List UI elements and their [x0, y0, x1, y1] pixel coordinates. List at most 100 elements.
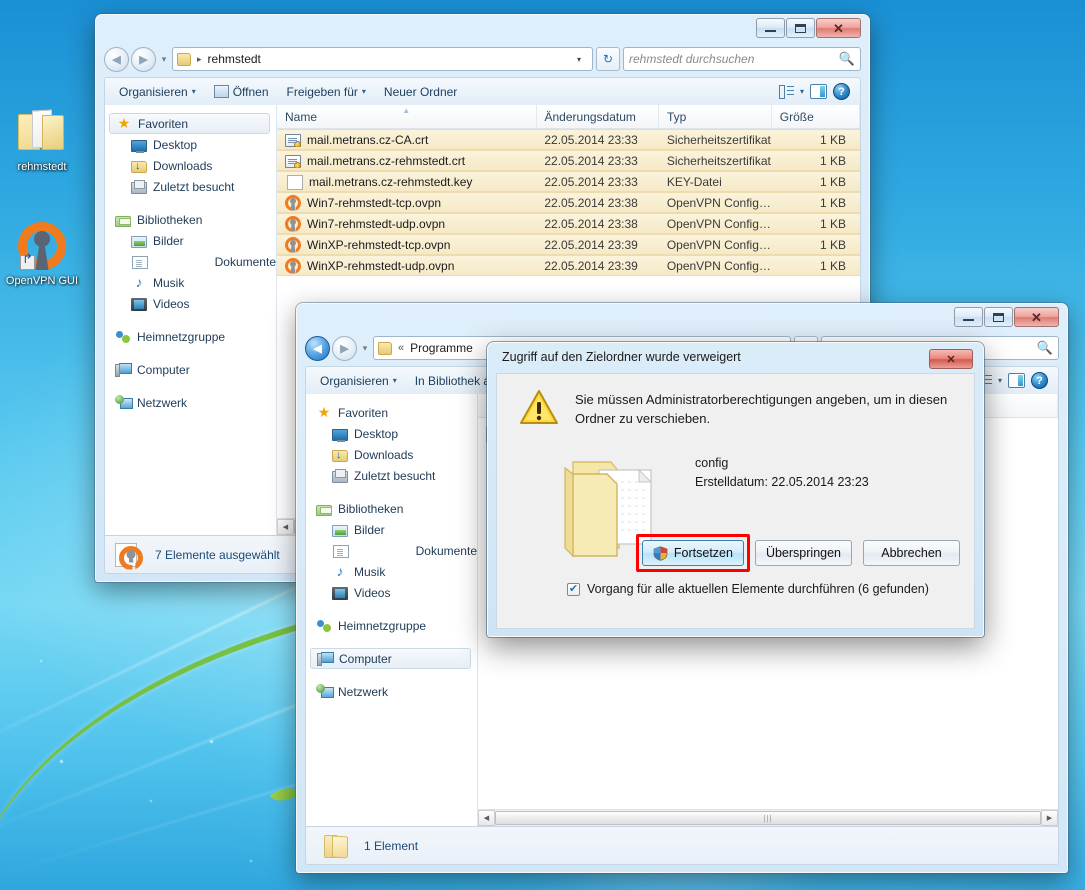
preview-pane-icon[interactable] [810, 84, 827, 99]
desktop-icon-rehmstedt[interactable]: rehmstedt [4, 108, 80, 174]
sidebar-item-dokumente[interactable]: Dokumente [306, 540, 477, 561]
forward-arrow-icon: ▶ [139, 53, 148, 66]
window2-titlebar[interactable]: ✕ [305, 304, 1059, 330]
column-header-gr-e[interactable]: Größe [772, 105, 860, 128]
minimize-button[interactable] [954, 307, 983, 327]
sidebar-item-netzwerk[interactable]: Netzwerk [105, 392, 276, 413]
sidebar-item-zuletzt-besucht[interactable]: Zuletzt besucht [105, 176, 276, 197]
scroll-right-button[interactable]: ▶ [1041, 810, 1058, 826]
forward-button[interactable]: ▶ [332, 335, 357, 361]
share-with-button[interactable]: Freigeben für ▾ [279, 82, 374, 102]
table-row[interactable]: mail.metrans.cz-rehmstedt.key 22.05.2014 … [277, 171, 860, 192]
sidebar-item-favoriten[interactable]: ★ Favoriten [109, 113, 270, 134]
column-header-typ[interactable]: Typ [659, 105, 772, 128]
table-row[interactable]: WinXP-rehmstedt-tcp.ovpn 22.05.2014 23:39… [277, 234, 860, 255]
scroll-track[interactable]: ||| [495, 810, 1041, 826]
breadcrumb-path[interactable]: rehmstedt [208, 52, 261, 66]
dialog-close-button[interactable]: ✕ [929, 349, 973, 369]
access-denied-dialog[interactable]: Zugriff auf den Zielordner wurde verweig… [487, 342, 984, 637]
back-button[interactable]: ◀ [305, 335, 330, 361]
table-row[interactable]: mail.metrans.cz-rehmstedt.crt 22.05.2014 … [277, 150, 860, 171]
sidebar-item-desktop[interactable]: Desktop [306, 423, 477, 444]
breadcrumb-path[interactable]: Programme [410, 341, 473, 355]
new-folder-button[interactable]: Neuer Ordner [376, 82, 465, 102]
table-row[interactable]: Win7-rehmstedt-tcp.ovpn 22.05.2014 23:38 O… [277, 192, 860, 213]
scroll-left-button[interactable]: ◀ [478, 810, 495, 826]
sidebar-item-bilder[interactable]: Bilder [105, 230, 276, 251]
window1-toolbar[interactable]: Organisieren ▾ Öffnen Freigeben für ▾ Ne… [104, 77, 861, 105]
history-dropdown-button[interactable]: ▾ [156, 54, 172, 65]
warning-triangle-icon [519, 389, 559, 425]
column-header--nderungsdatum[interactable]: Änderungsdatum [537, 105, 660, 128]
sidebar-item-label: Zuletzt besucht [153, 179, 235, 194]
desktop-icon-openvpn-gui[interactable]: OpenVPN GUI [4, 222, 80, 288]
column-header-name[interactable]: Name ▲ [277, 105, 537, 128]
sidebar-item-bilder[interactable]: Bilder [306, 519, 477, 540]
shortcut-arrow-icon [20, 253, 35, 270]
sidebar-item-videos[interactable]: Videos [306, 582, 477, 603]
sidebar-item-videos[interactable]: Videos [105, 293, 276, 314]
file-name-label: Win7-rehmstedt-udp.ovpn [307, 216, 446, 231]
help-icon[interactable]: ? [833, 83, 850, 100]
help-icon[interactable]: ? [1031, 372, 1048, 389]
organize-button[interactable]: Organisieren ▾ [312, 371, 405, 391]
open-button[interactable]: Öffnen [206, 82, 277, 102]
preview-pane-icon[interactable] [1008, 373, 1025, 388]
view-chevron-down-icon[interactable]: ▾ [998, 376, 1002, 385]
maximize-button[interactable] [984, 307, 1013, 327]
sidebar-item-heimnetzgruppe[interactable]: Heimnetzgruppe [105, 326, 276, 347]
skip-button[interactable]: Überspringen [754, 540, 852, 566]
window1-column-headers[interactable]: Name ▲ Änderungsdatum Typ Größe [277, 105, 860, 129]
sidebar-item-zuletzt-besucht[interactable]: Zuletzt besucht [306, 465, 477, 486]
window2-horizontal-scrollbar[interactable]: ◀ ||| ▶ [478, 809, 1058, 826]
sidebar-item-computer[interactable]: Computer [310, 648, 471, 669]
sidebar-item-bibliotheken[interactable]: Bibliotheken [306, 498, 477, 519]
dialog-item-details: config Erstelldatum: 22.05.2014 23:23 [695, 454, 869, 492]
window2-navigation-pane[interactable]: ★ Favoriten Desktop Downloads Zuletzt besuch… [306, 394, 478, 826]
chevron-down-icon: ▾ [191, 87, 196, 96]
sidebar-item-downloads[interactable]: Downloads [306, 444, 477, 465]
back-button[interactable]: ◀ [104, 46, 129, 72]
window1-navigation-pane[interactable]: ★ Favoriten Desktop Downloads Zuletzt besuch… [105, 105, 277, 535]
maximize-button[interactable] [786, 18, 815, 38]
breadcrumb-overflow[interactable]: « [395, 342, 407, 354]
close-button[interactable]: ✕ [816, 18, 861, 38]
window1-address-row[interactable]: ◀ ▶ ▾ ▸ rehmstedt ▾ ↻ rehmstedt durchsuc… [104, 45, 861, 73]
sidebar-item-computer[interactable]: Computer [105, 359, 276, 380]
window1-status-text: 7 Elemente ausgewählt [155, 547, 280, 562]
sidebar-item-bibliotheken[interactable]: Bibliotheken [105, 209, 276, 230]
sidebar-item-heimnetzgruppe[interactable]: Heimnetzgruppe [306, 615, 477, 636]
window1-titlebar[interactable]: ✕ [104, 15, 861, 41]
minimize-button[interactable] [756, 18, 785, 38]
nav-group-gap [105, 197, 276, 209]
address-dropdown-caret-icon[interactable]: ▾ [570, 47, 588, 71]
scroll-left-button[interactable]: ◀ [277, 519, 294, 535]
sidebar-item-label: Musik [354, 564, 386, 579]
continue-button[interactable]: Fortsetzen [641, 540, 744, 566]
sidebar-item-label: Desktop [354, 426, 399, 441]
forward-button[interactable]: ▶ [131, 46, 156, 72]
table-row[interactable]: mail.metrans.cz-CA.crt 22.05.2014 23:33 Si… [277, 129, 860, 150]
sidebar-item-netzwerk[interactable]: Netzwerk [306, 681, 477, 702]
refresh-button[interactable]: ↻ [596, 47, 620, 71]
sidebar-item-desktop[interactable]: Desktop [105, 134, 276, 155]
apply-to-all-checkbox-row[interactable]: ✔ Vorgang für alle aktuellen Elemente du… [567, 582, 929, 596]
sidebar-item-dokumente[interactable]: Dokumente [105, 251, 276, 272]
cancel-button[interactable]: Abbrechen [863, 540, 960, 566]
scroll-thumb[interactable]: ||| [495, 811, 1041, 825]
sidebar-item-musik[interactable]: ♪ Musik [105, 272, 276, 293]
search-input[interactable]: rehmstedt durchsuchen 🔍 [623, 47, 861, 71]
history-dropdown-button[interactable]: ▾ [357, 343, 373, 354]
sidebar-item-musik[interactable]: ♪ Musik [306, 561, 477, 582]
table-row[interactable]: Win7-rehmstedt-udp.ovpn 22.05.2014 23:38 O… [277, 213, 860, 234]
sidebar-item-favoriten[interactable]: ★ Favoriten [306, 402, 477, 423]
apply-to-all-checkbox[interactable]: ✔ [567, 582, 580, 596]
table-row[interactable]: WinXP-rehmstedt-udp.ovpn 22.05.2014 23:39… [277, 255, 860, 276]
change-view-icon[interactable] [778, 84, 794, 99]
chevron-down-icon: ▾ [361, 87, 366, 96]
close-button[interactable]: ✕ [1014, 307, 1059, 327]
view-chevron-down-icon[interactable]: ▾ [800, 87, 804, 96]
address-bar[interactable]: ▸ rehmstedt ▾ [172, 47, 593, 71]
organize-button[interactable]: Organisieren ▾ [111, 82, 204, 102]
sidebar-item-downloads[interactable]: Downloads [105, 155, 276, 176]
